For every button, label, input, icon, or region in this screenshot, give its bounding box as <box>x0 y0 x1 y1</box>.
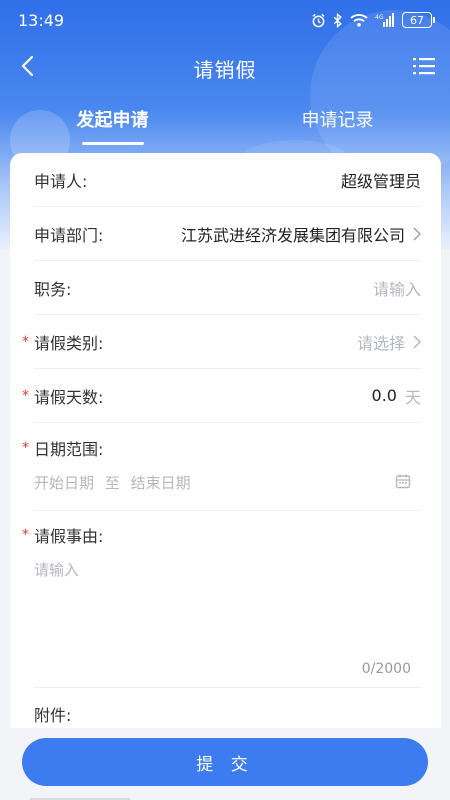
status-icons: 4G 67 <box>311 12 435 28</box>
reason-label: 请假事由: <box>34 527 104 546</box>
reason-row: * 请假事由: 请输入 0/2000 <box>22 511 421 688</box>
battery-icon: 67 <box>402 12 435 28</box>
list-menu-icon <box>413 57 435 79</box>
position-label: 职务: <box>34 279 72 299</box>
chevron-right-icon <box>413 334 421 349</box>
tab-bar: 发起申请 申请记录 <box>0 100 450 150</box>
nav-bar: 请销假 <box>0 44 450 92</box>
leave-type-label: 请假类别: <box>34 333 104 353</box>
leave-type-label-group: * 请假类别: <box>22 330 104 354</box>
attachment-label: 附件: <box>34 706 72 725</box>
submit-button[interactable]: 提 交 <box>22 738 428 786</box>
position-input[interactable]: 请输入 <box>373 276 421 300</box>
chevron-left-icon <box>21 55 35 81</box>
leave-form: 申请人: 超级管理员 申请部门: 江苏武进经济发展集团有限公司 职务: 请输入 … <box>10 153 441 728</box>
department-row[interactable]: 申请部门: 江苏武进经济发展集团有限公司 <box>34 207 421 261</box>
leave-days-label-group: * 请假天数: <box>22 384 104 408</box>
bluetooth-icon <box>333 12 343 28</box>
menu-button[interactable] <box>408 52 440 84</box>
calendar-icon[interactable] <box>395 473 411 493</box>
bottom-action-bar: 提 交 <box>0 728 450 800</box>
status-time: 13:49 <box>18 10 65 30</box>
leave-type-row[interactable]: * 请假类别: 请选择 <box>22 315 421 369</box>
tab-label: 申请记录 <box>301 110 374 131</box>
date-range-text: 开始日期 至 结束日期 <box>34 472 191 493</box>
battery-level: 67 <box>410 13 424 27</box>
svg-text:4G: 4G <box>375 14 384 21</box>
chevron-right-icon <box>413 226 421 241</box>
back-button[interactable] <box>12 52 44 84</box>
date-separator: 至 <box>104 474 120 492</box>
alarm-icon <box>311 13 326 28</box>
reason-textarea[interactable]: 请输入 <box>34 559 421 580</box>
applicant-value: 超级管理员 <box>340 171 421 191</box>
date-range-label-group: * 日期范围: <box>22 436 421 460</box>
end-date-placeholder: 结束日期 <box>130 474 191 492</box>
attachment-row: 附件: <box>34 688 421 726</box>
department-select[interactable]: 江苏武进经济发展集团有限公司 <box>181 222 421 246</box>
position-row[interactable]: 职务: 请输入 <box>34 261 421 315</box>
applicant-row: 申请人: 超级管理员 <box>34 153 421 207</box>
applicant-label: 申请人: <box>34 171 88 191</box>
page-title: 请销假 <box>193 57 257 82</box>
tab-application-records[interactable]: 申请记录 <box>225 100 450 150</box>
leave-days-value: 0.0 <box>371 386 397 405</box>
status-bar: 13:49 4G 67 <box>0 0 450 40</box>
date-range-row: * 日期范围: 开始日期 至 结束日期 <box>22 423 421 511</box>
department-value: 江苏武进经济发展集团有限公司 <box>180 225 405 245</box>
reason-label-group: * 请假事由: <box>22 523 421 547</box>
character-counter: 0/2000 <box>361 661 411 677</box>
wifi-icon <box>350 13 368 27</box>
leave-type-select[interactable]: 请选择 <box>357 330 421 354</box>
department-label: 申请部门: <box>34 225 104 245</box>
leave-days-value-group: 0.0 天 <box>372 384 421 408</box>
date-range-label: 日期范围: <box>34 440 104 459</box>
leave-days-label: 请假天数: <box>34 387 104 407</box>
active-tab-indicator <box>81 142 144 145</box>
start-date-placeholder: 开始日期 <box>34 474 95 492</box>
signal-icon: 4G <box>375 13 395 27</box>
tab-new-application[interactable]: 发起申请 <box>0 100 225 150</box>
leave-type-placeholder: 请选择 <box>356 333 405 353</box>
date-range-picker[interactable]: 开始日期 至 结束日期 <box>34 472 421 493</box>
leave-days-row: * 请假天数: 0.0 天 <box>22 369 421 423</box>
leave-days-unit: 天 <box>404 387 421 407</box>
tab-label: 发起申请 <box>76 110 149 131</box>
